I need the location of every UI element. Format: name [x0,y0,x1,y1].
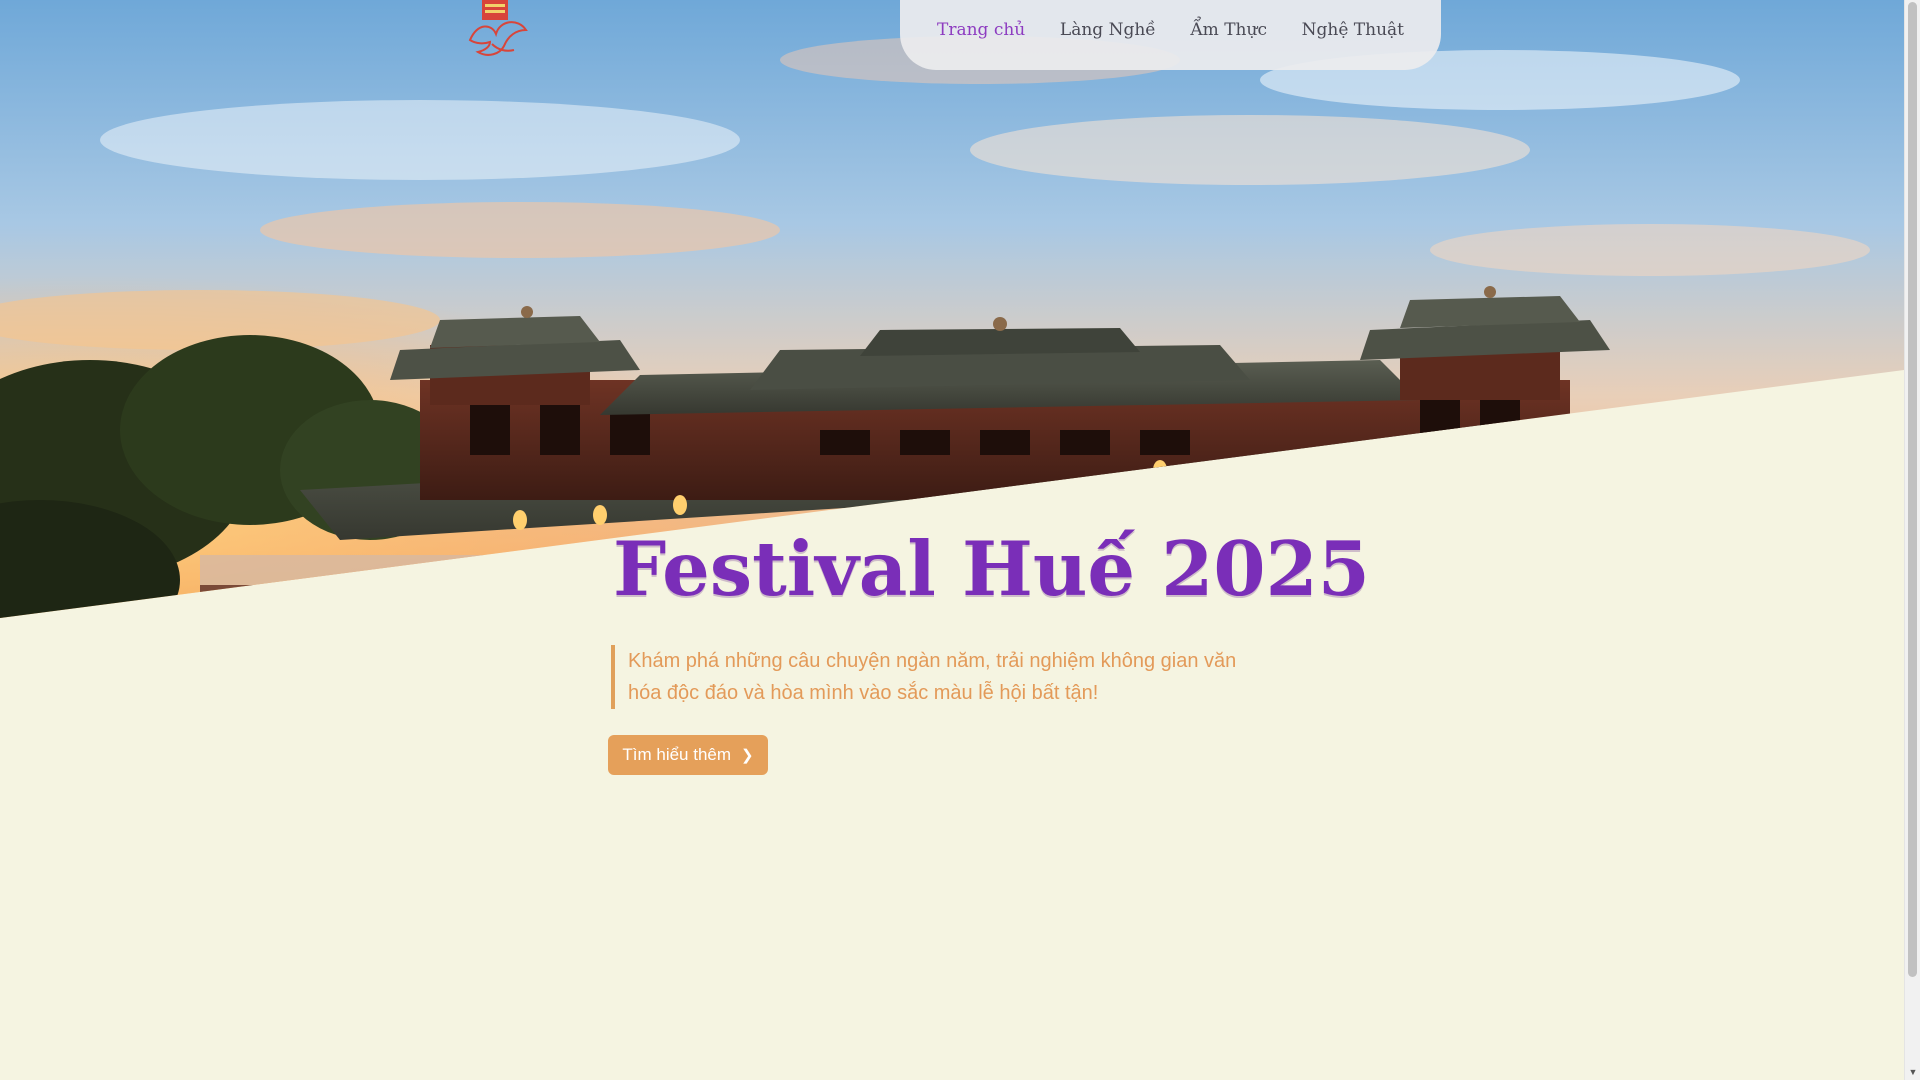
scrollbar-thumb[interactable] [1908,2,1917,977]
nav-item-am-thuc[interactable]: Ẩm Thực [1190,21,1267,49]
main-navigation: Trang chủ Làng Nghề Ẩm Thực Nghệ Thuật [900,0,1441,70]
nav-item-lang-nghe[interactable]: Làng Nghề [1060,21,1156,49]
nav-item-trang-chu[interactable]: Trang chủ [937,21,1025,49]
hero-title: Festival Huế 2025 [613,525,1370,613]
phoenix-emblem-icon[interactable] [462,0,534,64]
page: Trang chủ Làng Nghề Ẩm Thực Nghệ Thuật F… [0,0,1904,1080]
chevron-right-icon: ❯ [741,746,754,764]
vertical-scrollbar[interactable]: ▲ ▼ [1904,0,1920,1080]
learn-more-label: Tìm hiểu thêm [622,745,732,764]
nav-item-nghe-thuat[interactable]: Nghệ Thuật [1302,21,1404,49]
hero-description: Khám phá những câu chuyện ngàn năm, trải… [611,645,1271,709]
learn-more-button[interactable]: Tìm hiểu thêm ❯ [608,735,768,775]
arrow-down-icon[interactable]: ▼ [1905,1064,1920,1080]
